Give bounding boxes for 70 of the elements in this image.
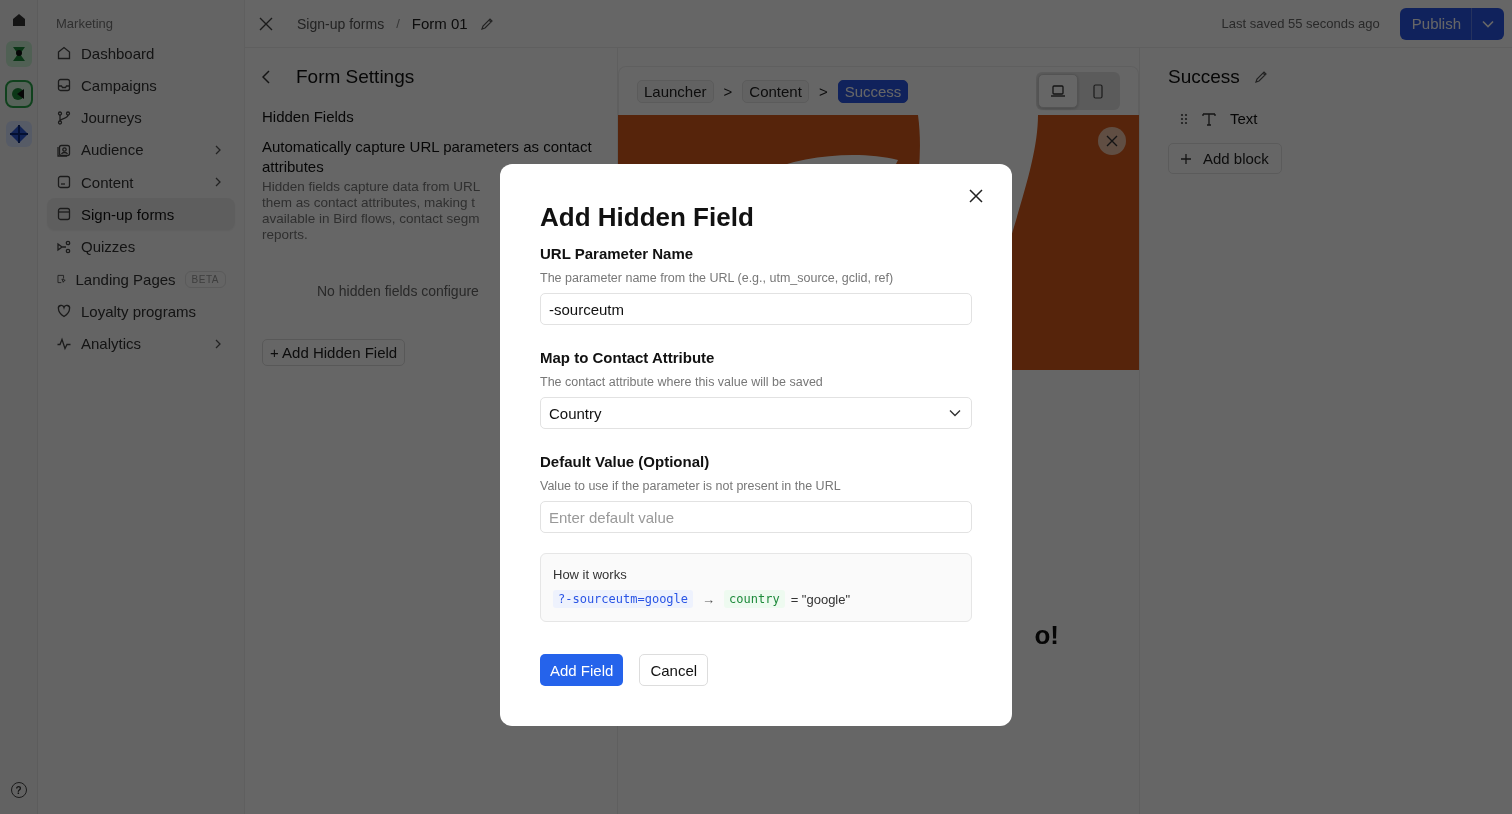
chevron-down-icon (1482, 19, 1494, 28)
phone-icon (1093, 83, 1103, 99)
sidebar-item[interactable]: Sign-up forms (47, 198, 235, 231)
panel-title: Form Settings (296, 66, 415, 88)
field-label: Map to Contact Attribute (540, 349, 716, 366)
text-field[interactable]: Enter default value (540, 501, 972, 533)
form-name: Form 01 (411, 15, 468, 32)
publish-button[interactable]: Publish (1399, 7, 1504, 40)
result-text: = "google" (790, 591, 851, 607)
step-tab[interactable]: Launcher (637, 79, 714, 103)
back-chevron-icon[interactable] (262, 70, 270, 84)
home-icon (56, 45, 72, 61)
pencil-icon[interactable] (1253, 70, 1268, 84)
sidebar-item[interactable]: Dashboard (47, 37, 235, 69)
attribute-code: country (724, 590, 785, 608)
close-icon[interactable] (969, 189, 983, 203)
step-title: Success (1168, 66, 1240, 88)
text-type-icon (1202, 111, 1216, 126)
nodes-icon (56, 238, 72, 255)
close-icon (1106, 135, 1118, 147)
step-tab[interactable]: Success (837, 79, 909, 103)
breadcrumb-separator: / (396, 16, 400, 31)
image-icon (56, 174, 72, 191)
add-hidden-field-button[interactable]: + Add Hidden Field (262, 339, 406, 366)
field-label: Default Value (Optional) (540, 453, 711, 470)
drag-handle-icon[interactable] (1180, 112, 1188, 125)
sidebar-item[interactable]: Journeys (47, 101, 235, 134)
section-title: Hidden Fields (262, 108, 355, 125)
field-help: The parameter name from the URL (e.g., utm_source, gclid, ref) (540, 271, 895, 285)
branch-icon (56, 109, 72, 126)
section-description: Automatically capture URL parameters as contact attributes (262, 137, 593, 177)
hourglass-app-icon[interactable] (5, 41, 32, 67)
modal-title: Add Hidden Field (540, 202, 755, 233)
play-app-icon[interactable] (4, 80, 33, 108)
diamond-app-icon[interactable] (5, 121, 32, 147)
plus-icon (1181, 153, 1191, 164)
select-field[interactable]: Country (540, 397, 972, 429)
add-block-button[interactable]: Add block (1168, 143, 1282, 174)
saved-status: Last saved 55 seconds ago (1221, 16, 1380, 31)
preview-heading: o! (1034, 620, 1059, 651)
pencil-icon[interactable] (479, 16, 494, 31)
cancel-button[interactable]: Cancel (639, 654, 709, 686)
sidebar-item[interactable]: Audience (47, 133, 235, 166)
heart-icon (56, 303, 72, 320)
sidebar-item[interactable]: Campaigns (47, 69, 235, 102)
arrow-glyph: → (702, 591, 716, 607)
close-button[interactable] (1098, 127, 1126, 155)
sidebar-item[interactable]: Quizzes (47, 230, 235, 263)
laptop-toggle[interactable] (1038, 74, 1078, 108)
add-field-button[interactable]: Add Field (540, 654, 624, 686)
field-label: URL Parameter Name (540, 245, 695, 262)
form-icon (56, 206, 72, 223)
step-separator: > (818, 82, 828, 100)
text-field[interactable]: -sourceutm (540, 293, 972, 325)
field-help: Value to use if the parameter is not present in the URL (540, 479, 842, 493)
sidebar-item[interactable]: Loyalty programs (47, 295, 235, 328)
sidebar-item[interactable]: Content (47, 166, 235, 199)
chevron-down-icon (949, 409, 961, 417)
field-help: The contact attribute where this value will be saved (540, 375, 824, 389)
step-separator: > (723, 82, 733, 100)
empty-state-text: No hidden fields configure (317, 283, 479, 299)
block-label[interactable]: Text (1230, 110, 1258, 127)
example-title: How it works (553, 567, 628, 582)
inbox-icon (56, 77, 72, 94)
sidebar-item[interactable]: Analytics (47, 327, 235, 360)
step-tab[interactable]: Content (742, 79, 809, 103)
app-logo-icon[interactable] (10, 12, 27, 28)
laptop-icon (1050, 85, 1066, 97)
breadcrumb-link[interactable]: Sign-up forms (297, 15, 385, 32)
parameter-code: ?-sourceutm=google (553, 590, 694, 608)
